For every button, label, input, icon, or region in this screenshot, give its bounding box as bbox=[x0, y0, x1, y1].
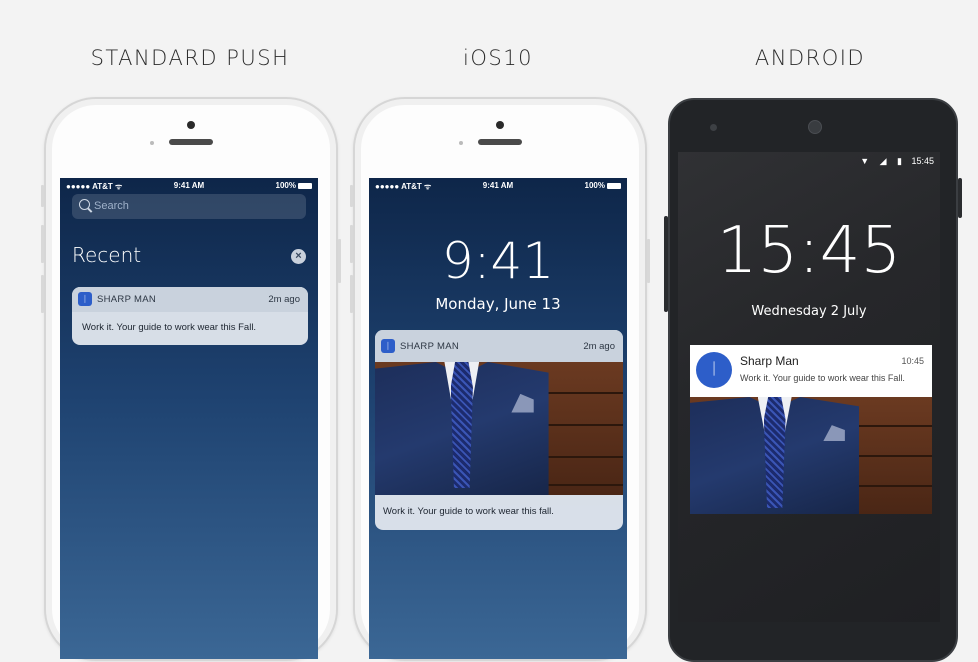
x-circle-icon[interactable]: × bbox=[291, 249, 306, 264]
status-bar: ●●●●● AT&T ᯤ 9:41 AM 100% bbox=[60, 178, 318, 192]
app-tie-icon: ᛁ bbox=[381, 339, 395, 353]
signal-wifi-battery-icons: ▼ ◢ ▮ bbox=[860, 156, 906, 166]
notification-card[interactable]: ᛁ SHARP MAN 2m ago Work it. Your guide t… bbox=[72, 287, 308, 345]
search-icon bbox=[79, 199, 90, 210]
app-tie-icon: ᛁ bbox=[78, 292, 92, 306]
notification-time: 2m ago bbox=[268, 294, 300, 305]
power-button bbox=[647, 239, 650, 283]
iphone-ios10: ●●●●● AT&T ᯤ 9:41 AM 100% 9:41 Monday, J… bbox=[350, 97, 650, 661]
earpiece-speaker bbox=[478, 139, 522, 145]
volume-up-button bbox=[41, 225, 44, 263]
battery-indicator: 100% bbox=[585, 181, 621, 190]
notification-time: 10:45 bbox=[901, 356, 924, 366]
rich-notification-card[interactable]: ᛁ SHARP MAN 2m ago Work it. Your guide t… bbox=[375, 330, 623, 530]
section-title-recent: Recent bbox=[72, 243, 142, 267]
front-camera bbox=[187, 121, 195, 129]
lock-clock: 15:45 bbox=[716, 214, 902, 288]
battery-percent: 100% bbox=[275, 181, 296, 190]
status-bar: ●●●●● AT&T ᯤ 9:41 AM 100% bbox=[369, 178, 627, 192]
lock-screen: ●●●●● AT&T ᯤ 9:41 AM 100% 9:41 Monday, J… bbox=[369, 178, 627, 659]
notification-image-suit bbox=[375, 362, 623, 495]
notification-image-suit bbox=[690, 397, 932, 514]
sensor-dot bbox=[459, 141, 463, 145]
notification-message: Work it. Your guide to work wear this fa… bbox=[383, 506, 554, 517]
heading-ios10: iOS10 bbox=[463, 46, 533, 70]
notification-message: Work it. Your guide to work wear this Fa… bbox=[740, 373, 905, 383]
status-time: 15:45 bbox=[911, 156, 934, 166]
battery-icon bbox=[298, 182, 312, 189]
status-bar: ▼ ◢ ▮ 15:45 bbox=[678, 152, 940, 170]
earpiece-speaker bbox=[169, 139, 213, 145]
heading-android: ANDROID bbox=[754, 46, 866, 70]
sensor-dot bbox=[150, 141, 154, 145]
notification-center-screen: ●●●●● AT&T ᯤ 9:41 AM 100% Search Recent … bbox=[60, 178, 318, 659]
sensor-dot bbox=[710, 124, 717, 131]
volume-down-button bbox=[41, 275, 44, 313]
volume-button bbox=[664, 216, 668, 312]
android-lock-screen: ▼ ◢ ▮ 15:45 15:45 Wednesday 2 July ᛁ Sha… bbox=[678, 152, 940, 622]
notification-header: ᛁ SHARP MAN 2m ago bbox=[72, 287, 308, 312]
search-placeholder: Search bbox=[94, 200, 129, 212]
lock-clock: 9:41 bbox=[441, 232, 555, 290]
front-camera bbox=[808, 120, 822, 134]
necktie bbox=[763, 397, 786, 509]
power-button bbox=[958, 178, 962, 218]
necktie bbox=[450, 362, 473, 489]
notification-app-name: SHARP MAN bbox=[97, 294, 157, 305]
battery-indicator: 100% bbox=[276, 181, 312, 190]
notification-card[interactable]: ᛁ Sharp Man Work it. Your guide to work … bbox=[690, 345, 932, 397]
lock-date: Monday, June 13 bbox=[435, 295, 561, 313]
android-phone: ▼ ◢ ▮ 15:45 15:45 Wednesday 2 July ᛁ Sha… bbox=[664, 98, 962, 662]
search-input[interactable]: Search bbox=[72, 194, 306, 219]
lock-date: Wednesday 2 July bbox=[751, 304, 867, 319]
notification-header: ᛁ SHARP MAN 2m ago bbox=[375, 330, 623, 362]
power-button bbox=[338, 239, 341, 283]
iphone-standard-push: ●●●●● AT&T ᯤ 9:41 AM 100% Search Recent … bbox=[41, 97, 341, 661]
volume-down-button bbox=[350, 275, 353, 313]
app-tie-icon: ᛁ bbox=[696, 352, 732, 388]
mute-switch bbox=[41, 185, 44, 207]
mute-switch bbox=[350, 185, 353, 207]
front-camera bbox=[496, 121, 504, 129]
battery-icon bbox=[607, 182, 621, 189]
notification-app-name: SHARP MAN bbox=[400, 341, 460, 352]
notification-time: 2m ago bbox=[583, 341, 615, 352]
notification-message: Work it. Your guide to work wear this Fa… bbox=[82, 322, 257, 333]
volume-up-button bbox=[350, 225, 353, 263]
heading-standard-push: STANDARD PUSH bbox=[90, 46, 290, 70]
battery-percent: 100% bbox=[584, 181, 605, 190]
notification-title: Sharp Man bbox=[740, 354, 799, 368]
